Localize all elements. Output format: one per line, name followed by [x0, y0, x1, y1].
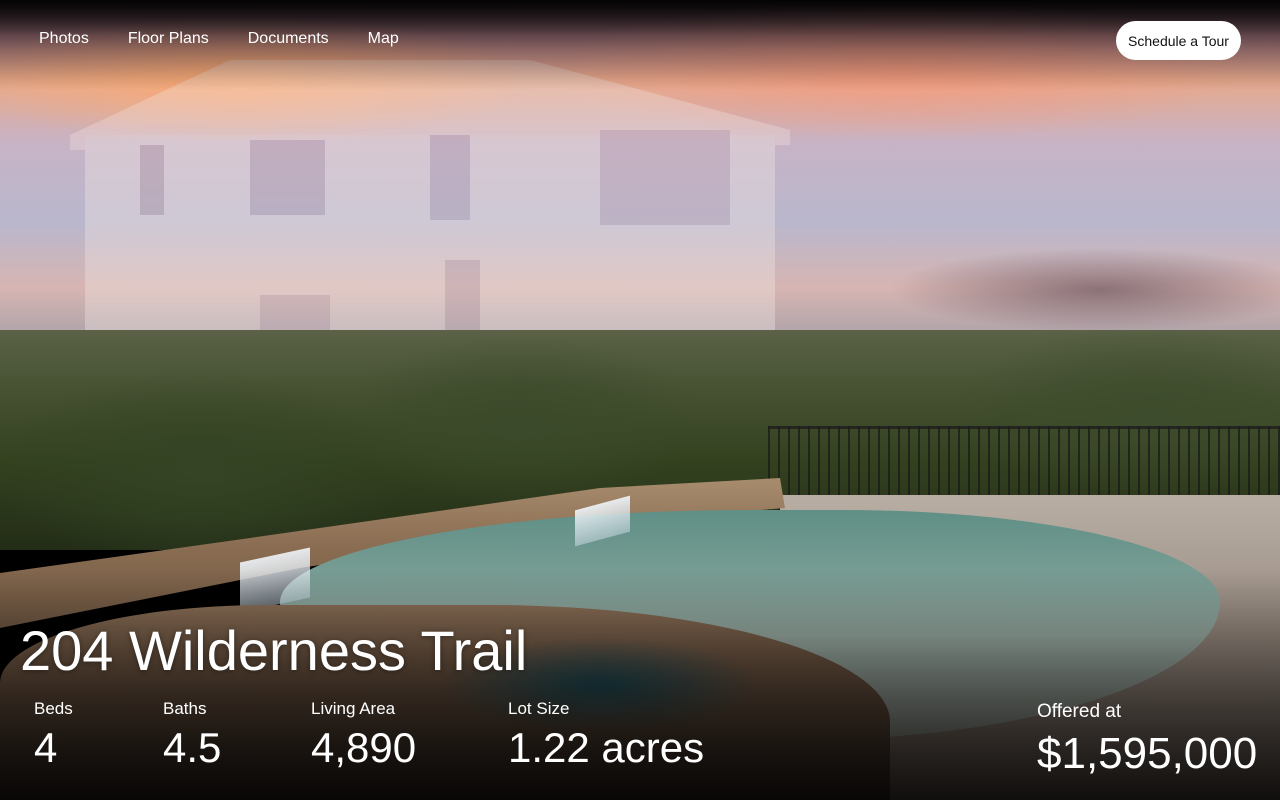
- stat-value: 1.22 acres: [508, 724, 705, 771]
- price-value: $1,595,000: [1037, 729, 1258, 778]
- nav-link-photos[interactable]: Photos: [39, 29, 89, 49]
- property-address: 204 Wilderness Trail: [20, 619, 528, 682]
- stat-label: Living Area: [311, 699, 396, 718]
- stat-lot-size: Lot Size 1.22 acres: [508, 698, 704, 773]
- nav-link-documents[interactable]: Documents: [248, 29, 329, 49]
- stat-value: 4: [34, 724, 58, 771]
- stat-label: Baths: [163, 699, 207, 718]
- nav-link-floor-plans[interactable]: Floor Plans: [128, 29, 209, 49]
- stat-baths: Baths 4.5: [163, 698, 221, 773]
- stat-beds: Beds 4: [34, 698, 73, 773]
- nav-link-map[interactable]: Map: [368, 29, 399, 49]
- stat-label: Beds: [34, 699, 73, 718]
- stat-value: 4,890: [311, 724, 417, 771]
- stat-value: 4.5: [163, 724, 222, 771]
- price-label: Offered at: [1037, 701, 1122, 722]
- nav-links: Photos Floor Plans Documents Map: [39, 29, 438, 49]
- stat-label: Lot Size: [508, 699, 570, 718]
- price-block: Offered at $1,595,000: [1037, 700, 1257, 780]
- schedule-tour-button[interactable]: Schedule a Tour: [1116, 21, 1241, 60]
- top-navigation: Photos Floor Plans Documents Map Schedul…: [0, 0, 1280, 78]
- hero-section: Photos Floor Plans Documents Map Schedul…: [0, 0, 1280, 800]
- stat-living-area: Living Area 4,890: [311, 698, 416, 773]
